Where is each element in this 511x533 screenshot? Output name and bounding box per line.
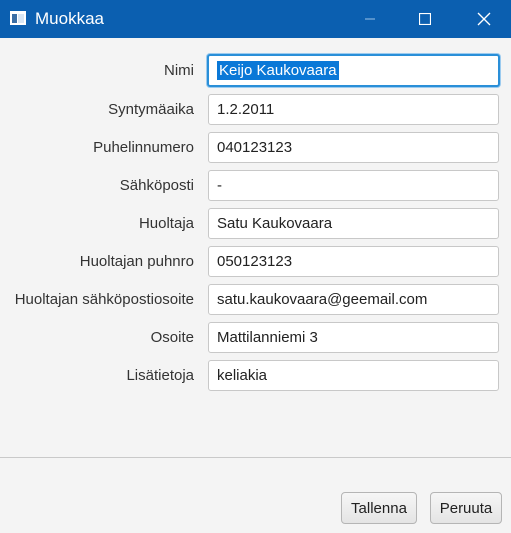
field-label: Lisätietoja	[126, 367, 194, 384]
window-title: Muokkaa	[35, 9, 104, 28]
app-window-icon	[10, 11, 26, 25]
field-label: Osoite	[150, 329, 194, 346]
selected-text: Keijo Kaukovaara	[217, 61, 339, 80]
form-row-lisatietoja: Lisätietoja	[0, 360, 511, 392]
guardian-email-field[interactable]	[208, 284, 499, 315]
minimize-button[interactable]	[346, 0, 393, 38]
form-row-sahkoposti: Sähköposti	[0, 170, 511, 202]
guardian-field[interactable]	[208, 208, 499, 239]
form-panel: Nimi Keijo Kaukovaara Syntymäaika Puheli…	[0, 38, 511, 458]
form-row-huoltajan-sahkoposti: Huoltajan sähköpostiosoite	[0, 284, 511, 316]
field-label: Puhelinnumero	[93, 139, 194, 156]
field-label: Huoltajan puhnro	[79, 253, 194, 270]
form-row-nimi: Nimi Keijo Kaukovaara	[0, 54, 511, 87]
minimize-icon	[364, 18, 375, 20]
save-button[interactable]: Tallenna	[341, 492, 417, 524]
maximize-button[interactable]	[401, 0, 448, 38]
notes-field[interactable]	[208, 360, 499, 391]
cancel-button[interactable]: Peruuta	[430, 492, 502, 524]
title-bar[interactable]: Muokkaa	[0, 0, 511, 38]
close-icon	[477, 12, 490, 26]
name-field[interactable]: Keijo Kaukovaara	[207, 54, 500, 87]
close-button[interactable]	[460, 0, 507, 38]
maximize-icon	[418, 13, 431, 25]
phone-field[interactable]	[208, 132, 499, 163]
address-field[interactable]	[208, 322, 499, 353]
guardian-phone-field[interactable]	[208, 246, 499, 277]
field-label: Syntymäaika	[108, 101, 194, 118]
form-row-huoltajan-puhnro: Huoltajan puhnro	[0, 246, 511, 278]
form-row-syntymaaika: Syntymäaika	[0, 94, 511, 126]
field-label: Huoltaja	[138, 215, 194, 232]
birthdate-field[interactable]	[208, 94, 499, 125]
field-label: Sähköposti	[119, 177, 194, 194]
email-field[interactable]	[208, 170, 499, 201]
form-row-huoltaja: Huoltaja	[0, 208, 511, 240]
field-label: Nimi	[164, 62, 194, 79]
form-row-osoite: Osoite	[0, 322, 511, 354]
form-row-puhelinnumero: Puhelinnumero	[0, 132, 511, 164]
field-label: Huoltajan sähköpostiosoite	[14, 291, 194, 308]
